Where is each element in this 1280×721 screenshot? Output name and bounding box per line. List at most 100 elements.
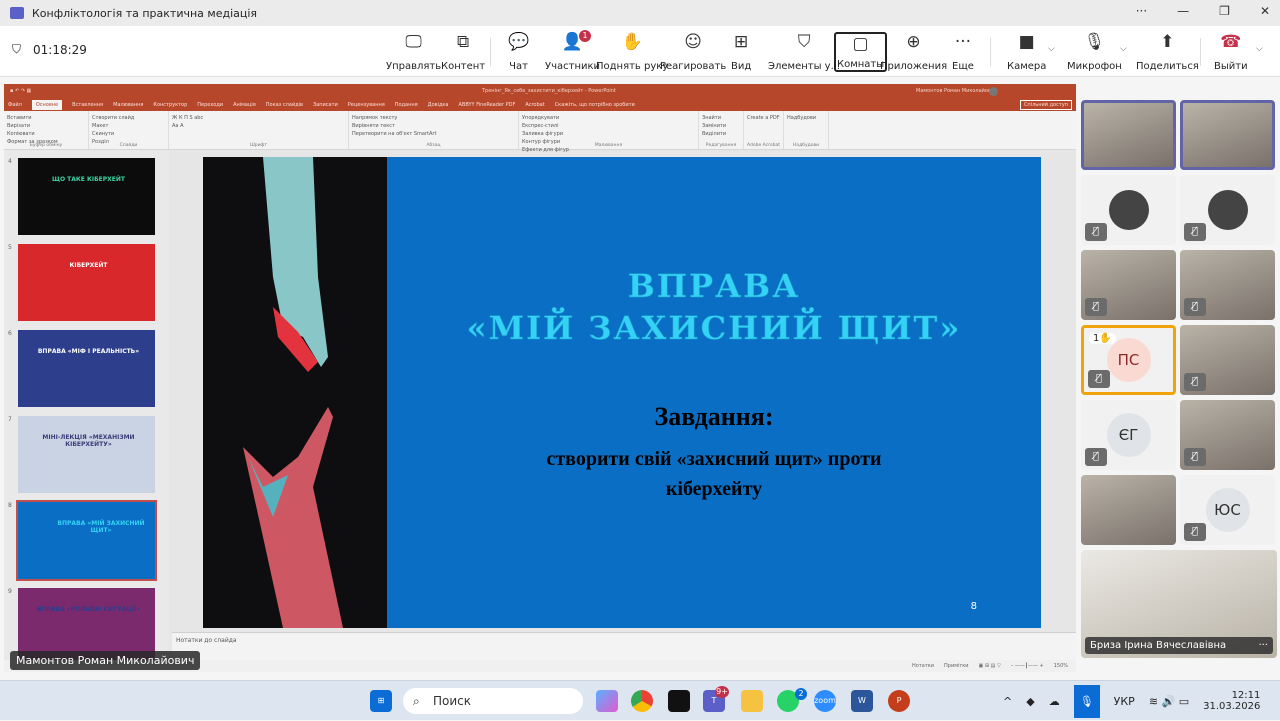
ribbon-command[interactable]: Упорядкувати <box>522 114 695 122</box>
participant-tile[interactable] <box>1081 475 1176 545</box>
app-icon[interactable] <box>668 690 690 712</box>
participant-tile[interactable]: 🎙̸ <box>1081 175 1176 245</box>
teams-icon[interactable]: T 9+ <box>703 686 729 712</box>
ribbon-command[interactable]: Надбудови <box>787 114 825 122</box>
share-button[interactable]: Спільний доступ <box>1019 100 1072 110</box>
toolbar-button-more[interactable]: ··· Еще <box>952 32 974 72</box>
ribbon-command[interactable]: Заливка фігури <box>522 130 695 138</box>
ribbon-command[interactable]: Макет <box>92 122 165 130</box>
toolbar-button-camera[interactable]: ■ Камера <box>1007 32 1046 72</box>
participant-tile[interactable]: 🎙̸ <box>1081 250 1176 320</box>
zoom-level[interactable]: 150% <box>1054 663 1068 669</box>
view-buttons[interactable]: ▣ ⊞ ▤ ▽ <box>979 663 1001 669</box>
participant-tile[interactable]: ЮС 🎙̸ <box>1180 475 1275 545</box>
ribbon-command[interactable]: Вставити <box>7 114 85 122</box>
slide-thumbnail[interactable]: ВПРАВА «МІЙ ЗАХИСНИЙ ЩИТ» <box>16 500 157 581</box>
ribbon-tab[interactable]: Файл <box>8 102 22 108</box>
taskbar-search[interactable]: ⌕ Поиск <box>403 688 583 714</box>
ribbon-command[interactable]: Create a PDF <box>747 114 780 122</box>
toolbar-button-raise-hand[interactable]: ✋ Поднять руку <box>596 32 668 72</box>
toolbar-button-apps[interactable]: ⊕ Приложения <box>880 32 947 72</box>
comments-toggle[interactable]: Примітки <box>944 663 969 669</box>
featured-participant-tile[interactable]: Бриза Ірина Вячеславівна ··· <box>1081 550 1277 658</box>
participant-tile[interactable]: 🎙̸ <box>1180 175 1275 245</box>
ribbon-tab[interactable]: Показ слайдів <box>266 102 303 108</box>
ribbon-command[interactable]: Вирізати <box>7 122 85 130</box>
toolbar-button-leave[interactable]: ☎ Выйти <box>1214 32 1248 72</box>
ribbon-command[interactable]: Аа A <box>172 122 345 130</box>
ribbon-command[interactable]: Перетворити на об'єкт SmartArt <box>352 130 515 138</box>
ribbon-command[interactable]: Копіювати <box>7 130 85 138</box>
toolbar-button-share[interactable]: ⬆ Поделиться <box>1136 32 1199 72</box>
ribbon-command[interactable]: Створити слайд <box>92 114 165 122</box>
ribbon-tab[interactable]: Довідка <box>428 102 449 108</box>
quick-access-icons[interactable]: ▪ ↶ ↷ ▦ <box>10 88 31 94</box>
zoom-icon[interactable]: zoom <box>814 690 836 712</box>
whatsapp-icon[interactable]: 2 <box>777 688 807 712</box>
more-options-button[interactable]: ··· <box>1136 4 1147 18</box>
ribbon-tab[interactable]: Основне <box>31 99 63 110</box>
tray-app-icon[interactable]: ◆ <box>1026 695 1034 708</box>
ribbon-tab[interactable]: Acrobat <box>525 102 544 108</box>
minimize-button[interactable]: — <box>1177 4 1189 18</box>
slide-thumbnail[interactable]: МІНІ-ЛЕКЦІЯ «МЕХАНІЗМИ КІБЕРХЕЙТУ» <box>18 416 155 493</box>
copilot-icon[interactable] <box>596 690 618 712</box>
ribbon-command[interactable]: Експрес-стилі <box>522 122 695 130</box>
toolbar-button-content[interactable]: ⧉ Контент <box>441 32 485 72</box>
file-explorer-icon[interactable] <box>741 690 763 712</box>
ppt-user-avatar[interactable] <box>989 86 998 96</box>
wifi-volume-battery-icons[interactable]: ≋ 🔊 ▭ <box>1149 695 1189 708</box>
onedrive-icon[interactable]: ☁ <box>1049 695 1060 708</box>
slide-thumbnail[interactable]: КІБЕРХЕЙТ <box>18 244 155 321</box>
ribbon-tab[interactable]: Вставлення <box>72 102 103 108</box>
ribbon-tab[interactable]: ABBYY FineReader PDF <box>459 102 516 108</box>
slide-thumbnail[interactable]: ВПРАВА «МІФ І РЕАЛЬНІСТЬ» <box>18 330 155 407</box>
tray-overflow-icon[interactable]: ^ <box>1003 695 1012 708</box>
ribbon-tab[interactable]: Записати <box>313 102 338 108</box>
powerpoint-icon[interactable]: P <box>888 690 910 712</box>
microphone-options-chevron-icon[interactable]: ⌵ <box>1120 44 1127 54</box>
participant-tile[interactable] <box>1180 100 1275 170</box>
ribbon-tab[interactable]: Скажіть, що потрібно зробити <box>555 102 635 108</box>
toolbar-button-react[interactable]: ☺ Реагировать <box>660 32 726 72</box>
participant-tile[interactable]: ЄГ 🎙̸ <box>1081 400 1176 470</box>
participant-tile[interactable]: ПС 1✋ 🎙̸ <box>1081 325 1176 395</box>
toolbar-button-share-control[interactable]: 🖵 Управлять <box>386 32 441 72</box>
ribbon-command[interactable]: Знайти <box>702 114 740 122</box>
chrome-icon[interactable] <box>631 690 653 712</box>
leave-options-chevron-icon[interactable]: ⌵ <box>1256 44 1263 54</box>
toolbar-button-chat[interactable]: 💬 Чат <box>508 32 529 72</box>
toolbar-button-view[interactable]: ⊞ Вид <box>731 32 751 72</box>
zoom-slider[interactable]: – ——┃—— + <box>1011 663 1044 669</box>
ribbon-tab[interactable]: Подання <box>395 102 418 108</box>
participant-tile[interactable]: 🎙̸ <box>1180 400 1275 470</box>
maximize-button[interactable]: ❐ <box>1219 4 1230 18</box>
ribbon-command[interactable]: Замінити <box>702 122 740 130</box>
ribbon-command[interactable]: Виділити <box>702 130 740 138</box>
start-icon[interactable]: ⊞ <box>370 690 392 712</box>
ribbon-command[interactable]: Напрямок тексту <box>352 114 515 122</box>
toolbar-button-microphone[interactable]: 🎙 Микрофон <box>1067 32 1122 72</box>
ribbon-tab[interactable]: Рецензування <box>348 102 385 108</box>
participant-tile[interactable]: 🎙̸ <box>1180 325 1275 395</box>
clock[interactable]: 12:11 31.03.2026 <box>1203 690 1260 712</box>
ribbon-tab[interactable]: Малювання <box>113 102 143 108</box>
ribbon-command[interactable]: Ж К П S abc <box>172 114 345 122</box>
notes-toggle[interactable]: Нотатки <box>912 663 934 669</box>
ribbon-command[interactable]: Скинути <box>92 130 165 138</box>
more-options-icon[interactable]: ··· <box>1258 640 1268 651</box>
language-indicator[interactable]: УКР <box>1114 695 1135 708</box>
toolbar-button-participants[interactable]: 👤 1 Участники <box>545 30 600 72</box>
ribbon-tab[interactable]: Конструктор <box>153 102 187 108</box>
participant-tile[interactable]: 🎙̸ <box>1180 250 1275 320</box>
ribbon-tab[interactable]: Переходи <box>197 102 223 108</box>
participant-tile[interactable] <box>1081 100 1176 170</box>
close-button[interactable]: ✕ <box>1260 4 1270 18</box>
ribbon-command[interactable]: Вирівняти текст <box>352 122 515 130</box>
toolbar-button-shield-settings[interactable]: ⛉ Элементы у... <box>768 32 840 72</box>
camera-options-chevron-icon[interactable]: ⌵ <box>1048 44 1055 54</box>
microphone-tray-icon[interactable]: 🎙 <box>1073 684 1100 718</box>
slide-thumbnail[interactable]: ЩО ТАКЕ КІБЕРХЕЙТ <box>18 158 155 235</box>
word-icon[interactable]: W <box>851 690 873 712</box>
ribbon-tab[interactable]: Анімація <box>233 102 256 108</box>
